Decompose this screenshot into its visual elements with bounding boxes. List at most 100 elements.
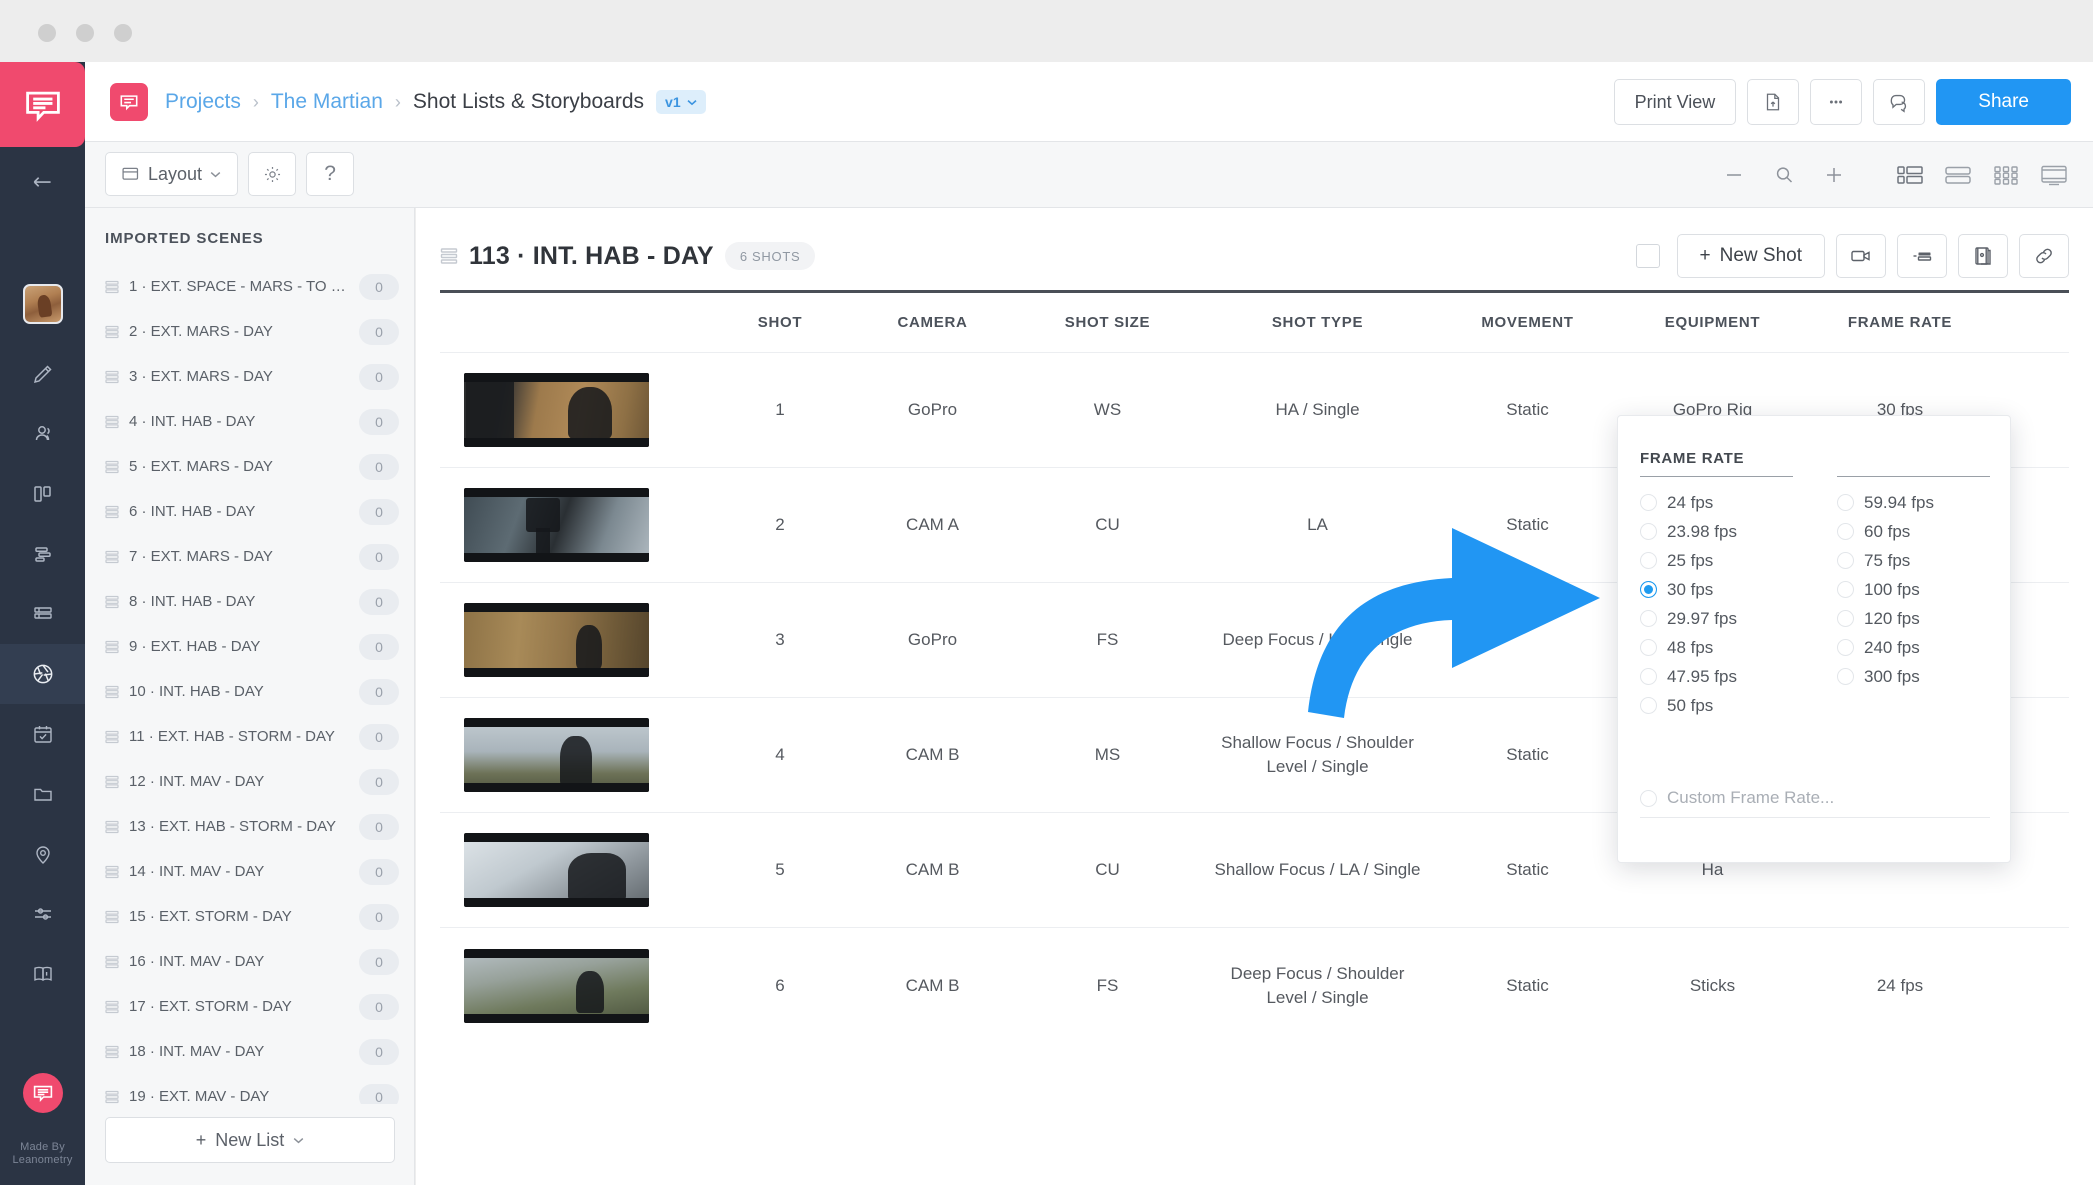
version-selector[interactable]: v1 (656, 90, 706, 114)
cell-shot-number[interactable]: 2 (710, 513, 850, 537)
help-button[interactable]: ? (306, 152, 355, 196)
shot-thumbnail-cell[interactable] (440, 718, 710, 792)
new-list-button[interactable]: + New List (105, 1117, 395, 1163)
shot-thumbnail[interactable] (464, 718, 649, 792)
cell-shot-size[interactable]: WS (1015, 398, 1200, 422)
frame-rate-option[interactable]: 24 fps (1640, 488, 1793, 517)
frame-rate-option[interactable]: 300 fps (1837, 662, 1990, 691)
frame-rate-option[interactable]: 23.98 fps (1640, 517, 1793, 546)
frame-rate-radio[interactable] (1837, 494, 1854, 511)
cell-shot-number[interactable]: 6 (710, 974, 850, 998)
cell-camera[interactable]: CAM B (850, 858, 1015, 882)
frame-rate-radio[interactable] (1640, 523, 1657, 540)
window-close-button[interactable] (38, 24, 56, 42)
frame-rate-options-left[interactable]: 24 fps 23.98 fps 25 fps 30 fps 29.97 fps… (1640, 488, 1793, 720)
cell-shot-size[interactable]: MS (1015, 743, 1200, 767)
custom-frame-rate-radio[interactable] (1640, 789, 1657, 807)
shot-thumbnail[interactable] (464, 373, 649, 447)
sidebar-item-scene[interactable]: 15 · EXT. STORM - DAY 0 (85, 894, 415, 939)
sidebar-item-scene[interactable]: 12 · INT. MAV - DAY 0 (85, 759, 415, 804)
cell-frame-rate[interactable]: 24 fps (1805, 974, 1995, 998)
frame-rate-radio[interactable] (1837, 668, 1854, 685)
frame-rate-option[interactable]: 59.94 fps (1837, 488, 1990, 517)
frame-rate-radio[interactable] (1837, 523, 1854, 540)
shot-thumbnail[interactable] (464, 833, 649, 907)
frame-rate-option[interactable]: 240 fps (1837, 633, 1990, 662)
cell-camera[interactable]: CAM A (850, 513, 1015, 537)
frame-rate-radio[interactable] (1640, 494, 1657, 511)
cell-movement[interactable]: Static (1435, 743, 1620, 767)
sidebar-item-script[interactable] (0, 344, 85, 404)
cell-camera[interactable]: GoPro (850, 628, 1015, 652)
frame-rate-option[interactable]: 120 fps (1837, 604, 1990, 633)
sidebar-item-scene[interactable]: 1 · EXT. SPACE - MARS - TO ESTABL... 0 (85, 264, 415, 309)
sidebar-item-scene[interactable]: 18 · INT. MAV - DAY 0 (85, 1029, 415, 1074)
scene-list[interactable]: 1 · EXT. SPACE - MARS - TO ESTABL... 0 2… (85, 264, 415, 1104)
shot-thumbnail-cell[interactable] (440, 603, 710, 677)
cell-shot-type[interactable]: HA / Single (1200, 398, 1435, 422)
shot-thumbnail[interactable] (464, 948, 649, 1023)
cell-shot-type[interactable]: LA (1200, 513, 1435, 537)
cell-shot-number[interactable]: 5 (710, 858, 850, 882)
cell-camera[interactable]: CAM B (850, 743, 1015, 767)
sidebar-item-scene[interactable]: 16 · INT. MAV - DAY 0 (85, 939, 415, 984)
frame-rate-options-right[interactable]: 59.94 fps 60 fps 75 fps 100 fps 120 fps … (1837, 488, 1990, 691)
cell-shot-size[interactable]: FS (1015, 974, 1200, 998)
share-button[interactable]: Share (1936, 79, 2071, 125)
cell-shot-number[interactable]: 4 (710, 743, 850, 767)
cell-camera[interactable]: GoPro (850, 398, 1015, 422)
sidebar-item-boards[interactable] (0, 464, 85, 524)
shot-thumbnail[interactable] (464, 488, 649, 562)
breadcrumb-project[interactable]: The Martian (271, 90, 383, 114)
cell-movement[interactable]: Static (1435, 858, 1620, 882)
custom-frame-rate-row[interactable]: Custom Frame Rate... (1640, 788, 1990, 818)
sidebar-item-tasks[interactable] (0, 704, 85, 764)
cell-shot-number[interactable]: 3 (710, 628, 850, 652)
view-mode-list-detail[interactable] (1893, 158, 1927, 192)
cell-shot-type[interactable]: Shallow Focus / Shoulder Level / Single (1200, 731, 1435, 779)
shot-thumbnail-cell[interactable] (440, 373, 710, 447)
cell-shot-number[interactable]: 1 (710, 398, 850, 422)
table-row[interactable]: 6 CAM B FS Deep Focus / Shoulder Level /… (440, 928, 2069, 1043)
frame-rate-option[interactable]: 50 fps (1640, 691, 1793, 720)
settings-button[interactable] (248, 152, 297, 196)
frame-rate-option[interactable]: 29.97 fps (1640, 604, 1793, 633)
sidebar-item-locations[interactable] (0, 824, 85, 884)
export-button[interactable] (1747, 79, 1800, 125)
cell-shot-type[interactable]: Deep Focus / Shoulder Level / Single (1200, 962, 1435, 1010)
frame-rate-radio[interactable] (1837, 552, 1854, 569)
link-button[interactable] (2019, 234, 2069, 278)
frame-rate-radio[interactable] (1640, 668, 1657, 685)
zoom-in-button[interactable] (1813, 154, 1855, 196)
frame-rate-option[interactable]: 100 fps (1837, 575, 1990, 604)
sidebar-item-scene[interactable]: 9 · EXT. HAB - DAY 0 (85, 624, 415, 669)
cell-movement[interactable]: Static (1435, 398, 1620, 422)
sidebar-item-shot-lists[interactable] (0, 644, 85, 704)
storyboard-button[interactable] (1958, 234, 2008, 278)
view-mode-grid[interactable] (1989, 158, 2023, 192)
more-options-button[interactable] (1810, 79, 1863, 125)
sidebar-item-scene[interactable]: 19 · EXT. MAV - DAY 0 (85, 1074, 415, 1104)
shot-thumbnail-cell[interactable] (440, 488, 710, 562)
cell-movement[interactable]: Static (1435, 513, 1620, 537)
cell-camera[interactable]: CAM B (850, 974, 1015, 998)
sidebar-item-collapse-rail[interactable] (0, 152, 85, 212)
frame-rate-option[interactable]: 60 fps (1837, 517, 1990, 546)
zoom-out-button[interactable] (1713, 154, 1755, 196)
cell-shot-type[interactable]: Deep Focus / HA / Single (1200, 628, 1435, 652)
sidebar-item-scene[interactable]: 6 · INT. HAB - DAY 0 (85, 489, 415, 534)
breadcrumb-projects[interactable]: Projects (165, 90, 241, 114)
support-chat-button[interactable] (23, 1073, 63, 1113)
frame-rate-radio[interactable] (1837, 581, 1854, 598)
sidebar-item-settings[interactable] (0, 884, 85, 944)
sidebar-item-scene[interactable]: 11 · EXT. HAB - STORM - DAY 0 (85, 714, 415, 759)
cell-shot-size[interactable]: FS (1015, 628, 1200, 652)
cell-movement[interactable]: Static (1435, 974, 1620, 998)
cell-shot-type[interactable]: Shallow Focus / LA / Single (1200, 858, 1435, 882)
view-mode-rows[interactable] (1941, 158, 1975, 192)
window-minimize-button[interactable] (76, 24, 94, 42)
sidebar-item-scene[interactable]: 8 · INT. HAB - DAY 0 (85, 579, 415, 624)
new-shot-button[interactable]: + New Shot (1676, 234, 1825, 278)
app-logo[interactable] (0, 62, 85, 147)
frame-rate-option[interactable]: 48 fps (1640, 633, 1793, 662)
